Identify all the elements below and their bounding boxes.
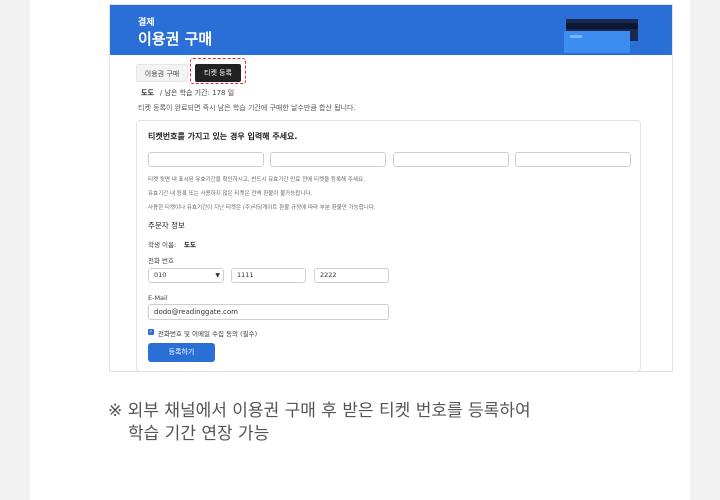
remaining-days: / 남은 학습 기간: 178 일 [159, 89, 235, 97]
user-name: 도도 [141, 89, 154, 97]
form-note-2: 유효기간 내 등록 또는 사용하지 않은 티켓은 전액 환불이 불가능합니다. [148, 191, 313, 197]
email-label: E-Mail [148, 294, 168, 302]
caption-line-1: ※ 외부 채널에서 이용권 구매 후 받은 티켓 번호를 등록하여 [108, 401, 531, 421]
highlight-outline [190, 58, 246, 84]
notice-text: 티켓 등록이 완료되면 즉시 남은 학습 기간에 구매한 날수만큼 합산 됩니다… [138, 104, 356, 112]
orderer-section-title: 주문자 정보 [148, 221, 185, 230]
caption: ※ 외부 채널에서 이용권 구매 후 받은 티켓 번호를 등록하여 학습 기간 … [108, 400, 531, 446]
ticket-input-2[interactable] [270, 152, 386, 167]
page: 결제 이용권 구매 이용권 구매 티켓 등록 도도 / 남은 학습 기간: 178… [30, 0, 690, 500]
ticket-input-1[interactable] [148, 152, 264, 167]
consent-checkbox[interactable]: ✓ [148, 329, 154, 335]
tab-purchase[interactable]: 이용권 구매 [136, 64, 188, 82]
ticket-form: 티켓번호를 가지고 있는 경우 입력해 주세요. 티켓 뒷면 내 표시된 유효기… [136, 120, 641, 371]
chevron-down-icon: ▼ [215, 272, 220, 279]
student-label: 학생 이름: [148, 241, 177, 249]
header-subtitle: 결제 [138, 18, 155, 28]
phone-prefix-select[interactable]: 010 ▼ [148, 268, 224, 283]
phone-mid-input[interactable]: 1111 [231, 268, 306, 283]
form-title: 티켓번호를 가지고 있는 경우 입력해 주세요. [148, 132, 298, 141]
form-note-3: 사용한 티켓이나 유효기간이 지난 티켓은 (주)리딩게이트 환불 규정에 따라… [148, 205, 376, 211]
caption-line-2: 학습 기간 연장 가능 [128, 424, 270, 444]
ticket-input-3[interactable] [393, 152, 509, 167]
page-title: 이용권 구매 [138, 30, 213, 48]
phone-last-input[interactable]: 2222 [314, 268, 389, 283]
student-name: 도도 [184, 241, 196, 249]
email-input[interactable]: dodo@readinggate.com [148, 304, 389, 320]
register-button[interactable]: 등록하기 [148, 343, 215, 362]
form-note-1: 티켓 뒷면 내 표시된 유효기간을 확인하시고, 반드시 유효기간 만료 전에 … [148, 177, 365, 183]
card-icon [564, 19, 638, 53]
phone-prefix-value: 010 [154, 271, 167, 279]
consent-label: 전화번호 및 이메일 수집 동의 (필수) [158, 330, 258, 338]
user-info: 도도 / 남은 학습 기간: 178 일 [141, 88, 234, 98]
ticket-input-4[interactable] [515, 152, 631, 167]
screenshot-panel: 결제 이용권 구매 이용권 구매 티켓 등록 도도 / 남은 학습 기간: 178… [109, 4, 673, 372]
page-header: 결제 이용권 구매 [110, 5, 672, 55]
phone-label: 전화 번호 [148, 257, 174, 265]
